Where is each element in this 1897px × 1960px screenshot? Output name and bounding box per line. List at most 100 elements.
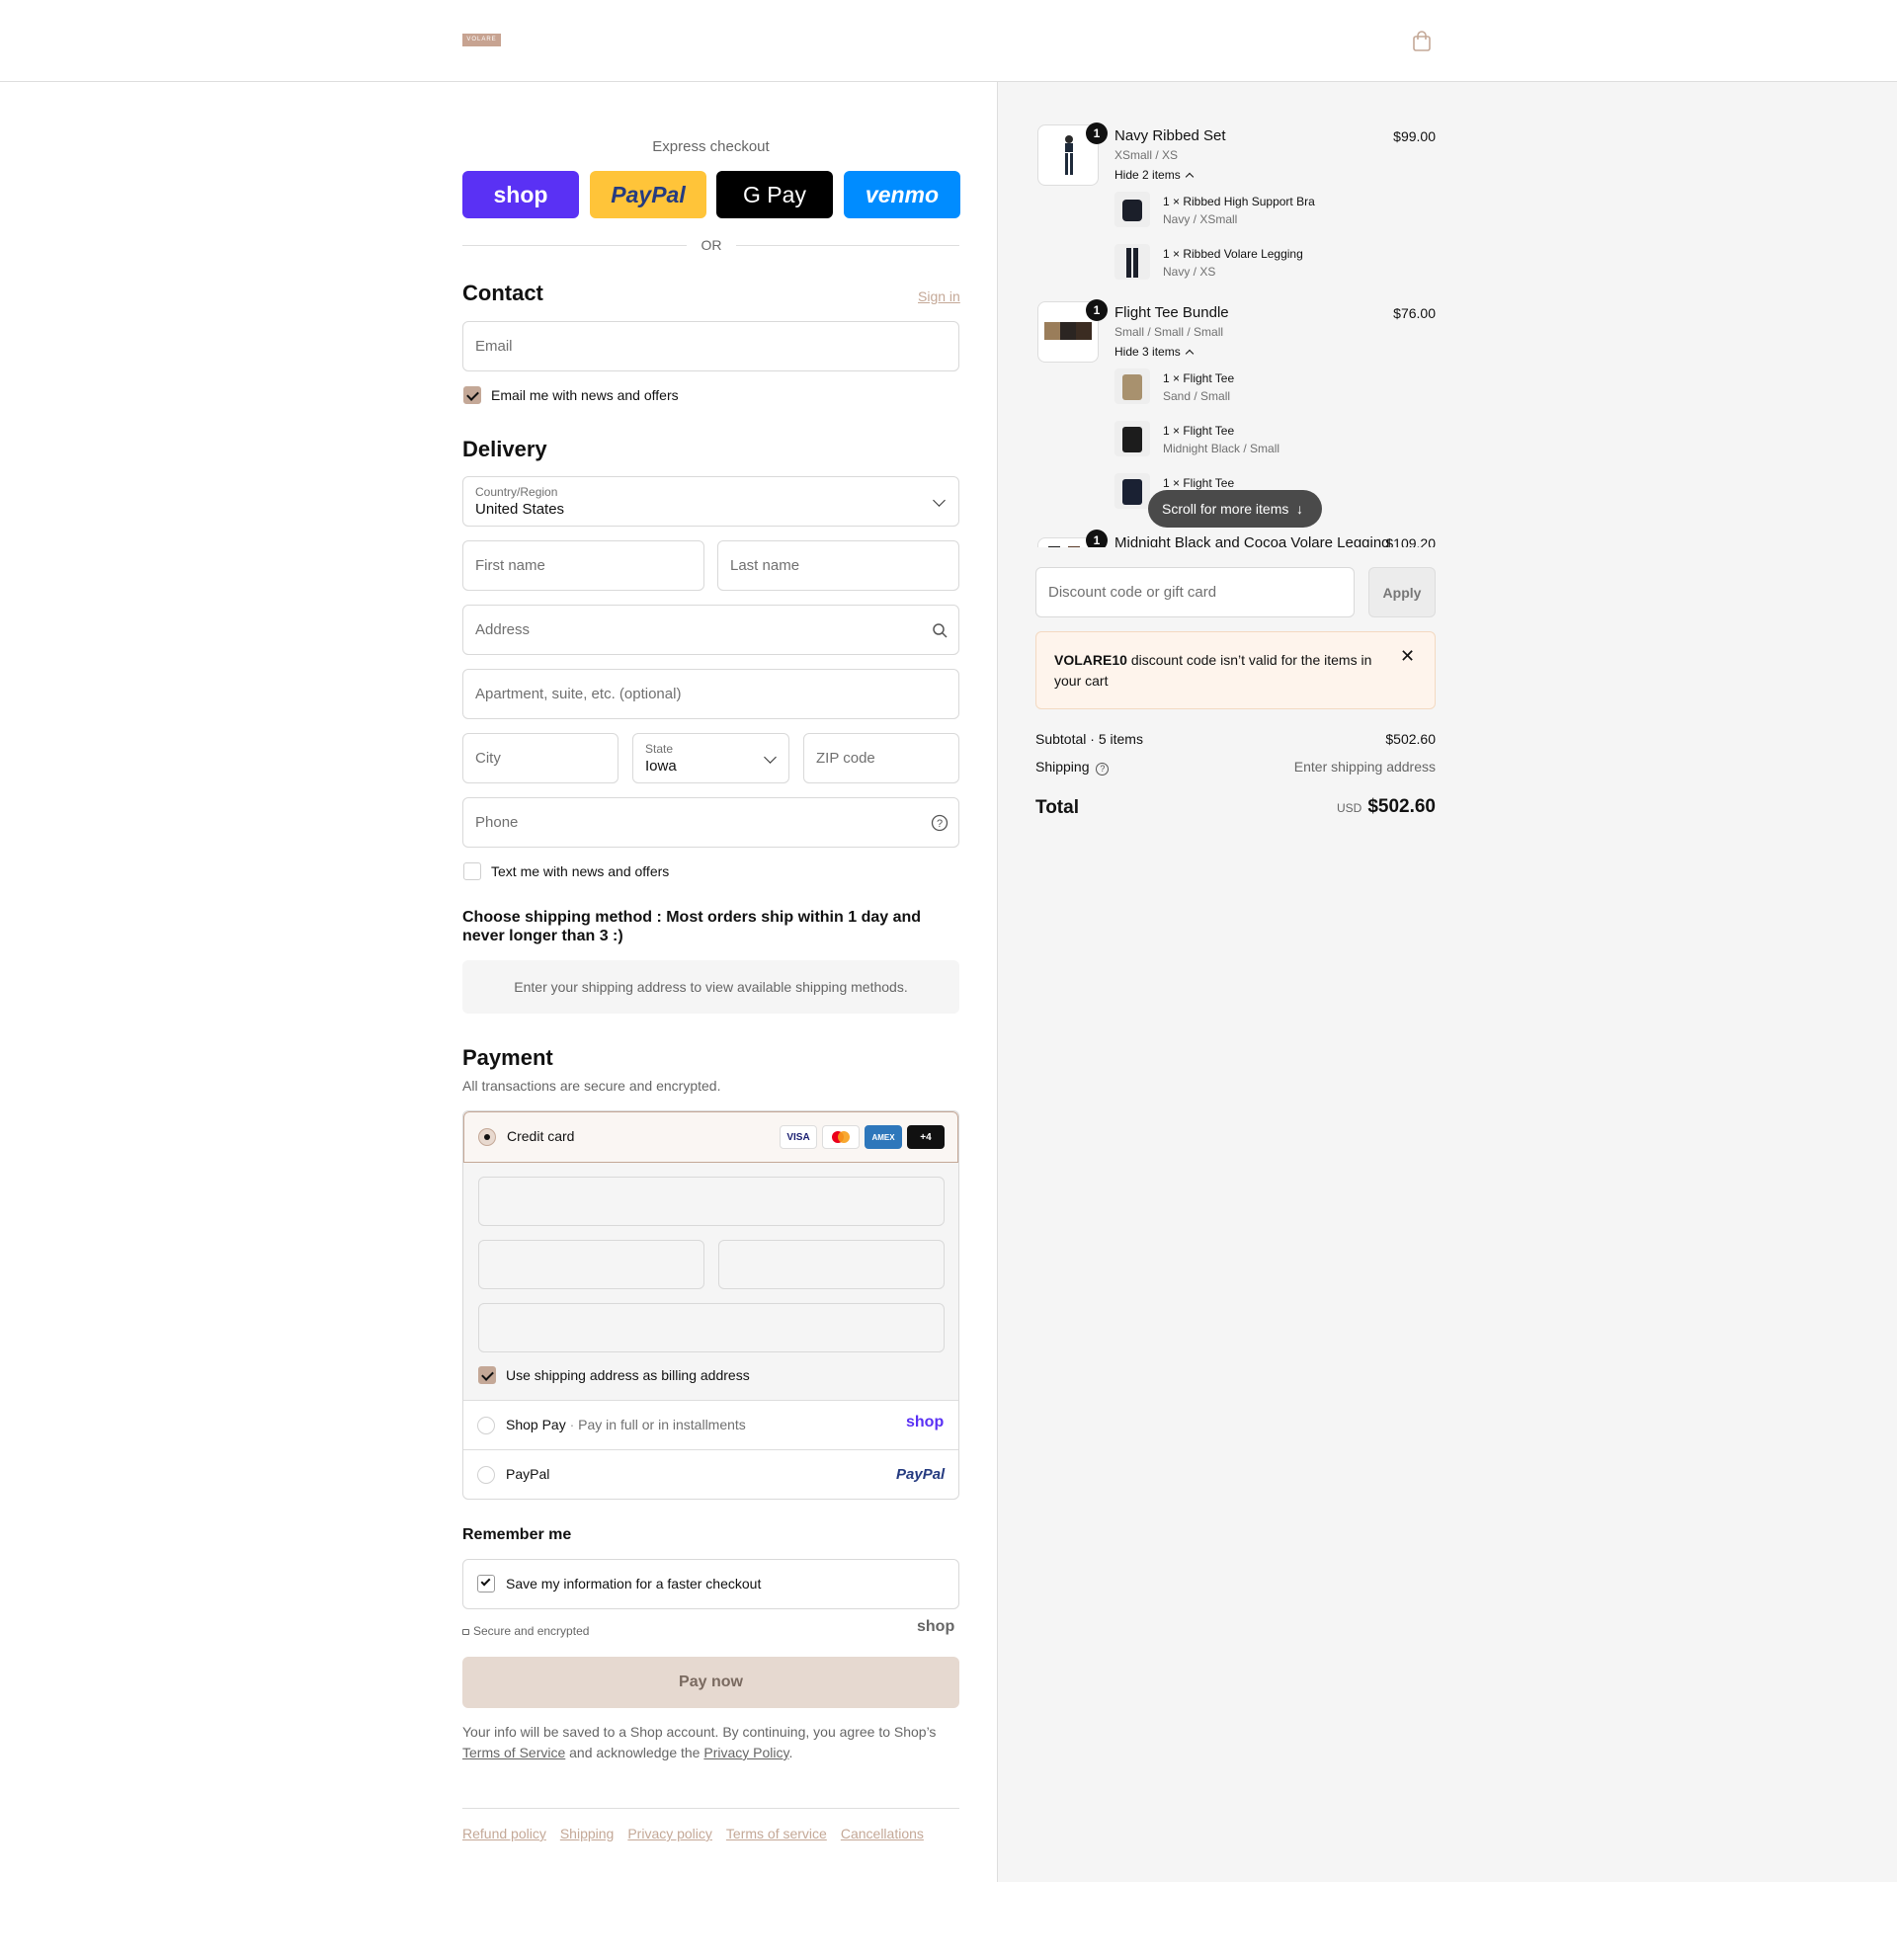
total-value: USD $502.60 <box>1336 796 1436 817</box>
zip-field[interactable]: ZIP code <box>803 733 959 783</box>
amex-icon: AMEX <box>865 1125 902 1149</box>
privacy-policy-link[interactable]: Privacy policy <box>627 1826 712 1841</box>
legal-text: Your info will be saved to a Shop accoun… <box>462 1724 937 1760</box>
card-number-field[interactable] <box>478 1177 945 1226</box>
discount-error-alert: VOLARE10 discount code isn’t valid for t… <box>1035 631 1436 709</box>
privacy-link[interactable]: Privacy Policy <box>703 1745 788 1760</box>
express-checkout-title: Express checkout <box>652 138 770 155</box>
credit-card-label: Credit card <box>507 1128 575 1144</box>
google-pay-button[interactable]: G Pay <box>716 171 833 218</box>
phone-field[interactable]: Phone ? <box>462 797 959 848</box>
subtotal-value: $502.60 <box>1385 731 1436 747</box>
city-field[interactable]: City <box>462 733 619 783</box>
name-on-card-field[interactable] <box>478 1303 945 1352</box>
save-info-label: Save my information for a faster checkou… <box>506 1576 762 1592</box>
secure-note: Secure and encrypted <box>462 1624 589 1638</box>
sign-in-link[interactable]: Sign in <box>918 288 960 304</box>
hide-items-toggle[interactable]: Hide 3 items <box>1114 345 1195 359</box>
sub-item-variant: Navy / XS <box>1163 265 1216 279</box>
product-variant: XSmall / XS <box>1114 148 1179 162</box>
security-code-field[interactable] <box>718 1240 945 1289</box>
address-field[interactable]: Address <box>462 605 959 655</box>
terms-link[interactable]: Terms of Service <box>462 1745 565 1760</box>
order-items-list[interactable]: 1 Navy Ribbed Set XSmall / XS $99.00 Hid… <box>1035 117 1436 547</box>
hide-items-toggle[interactable]: Hide 2 items <box>1114 168 1195 182</box>
sub-item-thumbnail <box>1114 192 1150 227</box>
refund-policy-link[interactable]: Refund policy <box>462 1826 546 1841</box>
mastercard-icon <box>822 1125 860 1149</box>
save-info-checkbox[interactable] <box>477 1575 495 1592</box>
email-news-checkbox[interactable] <box>463 386 481 404</box>
paypal-radio[interactable] <box>477 1466 495 1484</box>
billing-address-checkbox[interactable] <box>478 1366 496 1384</box>
first-name-field[interactable]: First name <box>462 540 704 591</box>
credit-card-option[interactable]: Credit card VISA AMEX +4 <box>463 1111 958 1163</box>
help-icon[interactable]: ? <box>931 814 948 832</box>
quantity-badge: 1 <box>1086 299 1108 321</box>
footer-links: Refund policy Shipping Privacy policy Terms… <box>462 1826 959 1843</box>
store-logo[interactable]: VOLARE <box>462 34 501 46</box>
quantity-badge: 1 <box>1086 122 1108 144</box>
paypal-logo: PayPal <box>896 1466 946 1483</box>
shop-pay-option[interactable]: Shop Pay · Pay in full or in installment… <box>463 1400 958 1449</box>
more-cards-badge: +4 <box>907 1125 945 1149</box>
close-icon[interactable]: ✕ <box>1400 646 1415 667</box>
sub-item-variant: Sand / Small <box>1163 389 1231 403</box>
scroll-more-button[interactable]: Scroll for more items ↓ <box>1148 490 1322 528</box>
sub-item-thumbnail <box>1114 368 1150 404</box>
product-price: $109.20 <box>1385 535 1436 547</box>
sub-item-thumbnail <box>1114 473 1150 509</box>
sub-item-thumbnail <box>1114 421 1150 456</box>
help-icon[interactable]: ? <box>1096 763 1110 776</box>
venmo-button[interactable]: venmo <box>844 171 960 218</box>
product-price: $99.00 <box>1393 128 1436 144</box>
text-news-checkbox[interactable] <box>463 862 481 880</box>
apply-discount-button[interactable]: Apply <box>1368 567 1436 617</box>
cancellations-link[interactable]: Cancellations <box>841 1826 924 1841</box>
site-header: VOLARE <box>0 0 1897 82</box>
sub-item-name: 1 × Flight Tee <box>1163 371 1235 385</box>
shipping-label: Shipping ? <box>1035 759 1110 776</box>
subtotal-label: Subtotal · 5 items <box>1035 731 1143 747</box>
email-news-label: Email me with news and offers <box>491 387 679 403</box>
search-icon <box>933 623 948 638</box>
shop-pay-radio[interactable] <box>477 1417 495 1434</box>
visa-icon: VISA <box>780 1125 817 1149</box>
shop-pay-button[interactable]: shop <box>462 171 579 218</box>
sub-item-name: 1 × Ribbed High Support Bra <box>1163 195 1315 208</box>
lock-icon <box>462 1629 469 1635</box>
svg-text:?: ? <box>937 818 943 830</box>
chevron-down-icon <box>933 494 946 507</box>
email-field[interactable]: Email <box>462 321 959 371</box>
shipping-link[interactable]: Shipping <box>560 1826 615 1841</box>
sub-item-name: 1 × Flight Tee <box>1163 476 1235 490</box>
total-label: Total <box>1035 797 1079 818</box>
remember-me-heading: Remember me <box>462 1526 572 1543</box>
footer-divider <box>462 1808 959 1809</box>
state-select[interactable]: State Iowa <box>632 733 789 783</box>
save-info-box[interactable]: Save my information for a faster checkou… <box>462 1559 959 1609</box>
bag-icon[interactable] <box>1412 31 1432 52</box>
expiration-field[interactable] <box>478 1240 704 1289</box>
shop-logo: shop <box>917 1618 955 1635</box>
country-select[interactable]: Country/Region United States <box>462 476 959 527</box>
card-fields-area: Use shipping address as billing address <box>463 1163 958 1400</box>
terms-of-service-link[interactable]: Terms of service <box>726 1826 827 1841</box>
paypal-label: PayPal <box>506 1466 550 1482</box>
product-name: Flight Tee Bundle <box>1114 304 1229 321</box>
last-name-field[interactable]: Last name <box>717 540 959 591</box>
billing-address-label: Use shipping address as billing address <box>506 1367 750 1383</box>
payment-heading: Payment <box>462 1045 553 1070</box>
discount-code-field[interactable]: Discount code or gift card <box>1035 567 1355 617</box>
delivery-heading: Delivery <box>462 437 547 461</box>
apartment-field[interactable]: Apartment, suite, etc. (optional) <box>462 669 959 719</box>
paypal-option[interactable]: PayPal PayPal <box>463 1449 958 1499</box>
payment-subtitle: All transactions are secure and encrypte… <box>462 1078 721 1094</box>
shipping-value: Enter shipping address <box>1293 759 1436 775</box>
paypal-button[interactable]: PayPal <box>590 171 706 218</box>
credit-card-radio[interactable] <box>478 1128 496 1146</box>
pay-now-button[interactable]: Pay now <box>462 1657 959 1708</box>
chevron-up-icon <box>1185 172 1195 182</box>
or-divider: OR <box>462 235 959 255</box>
product-price: $76.00 <box>1393 305 1436 321</box>
